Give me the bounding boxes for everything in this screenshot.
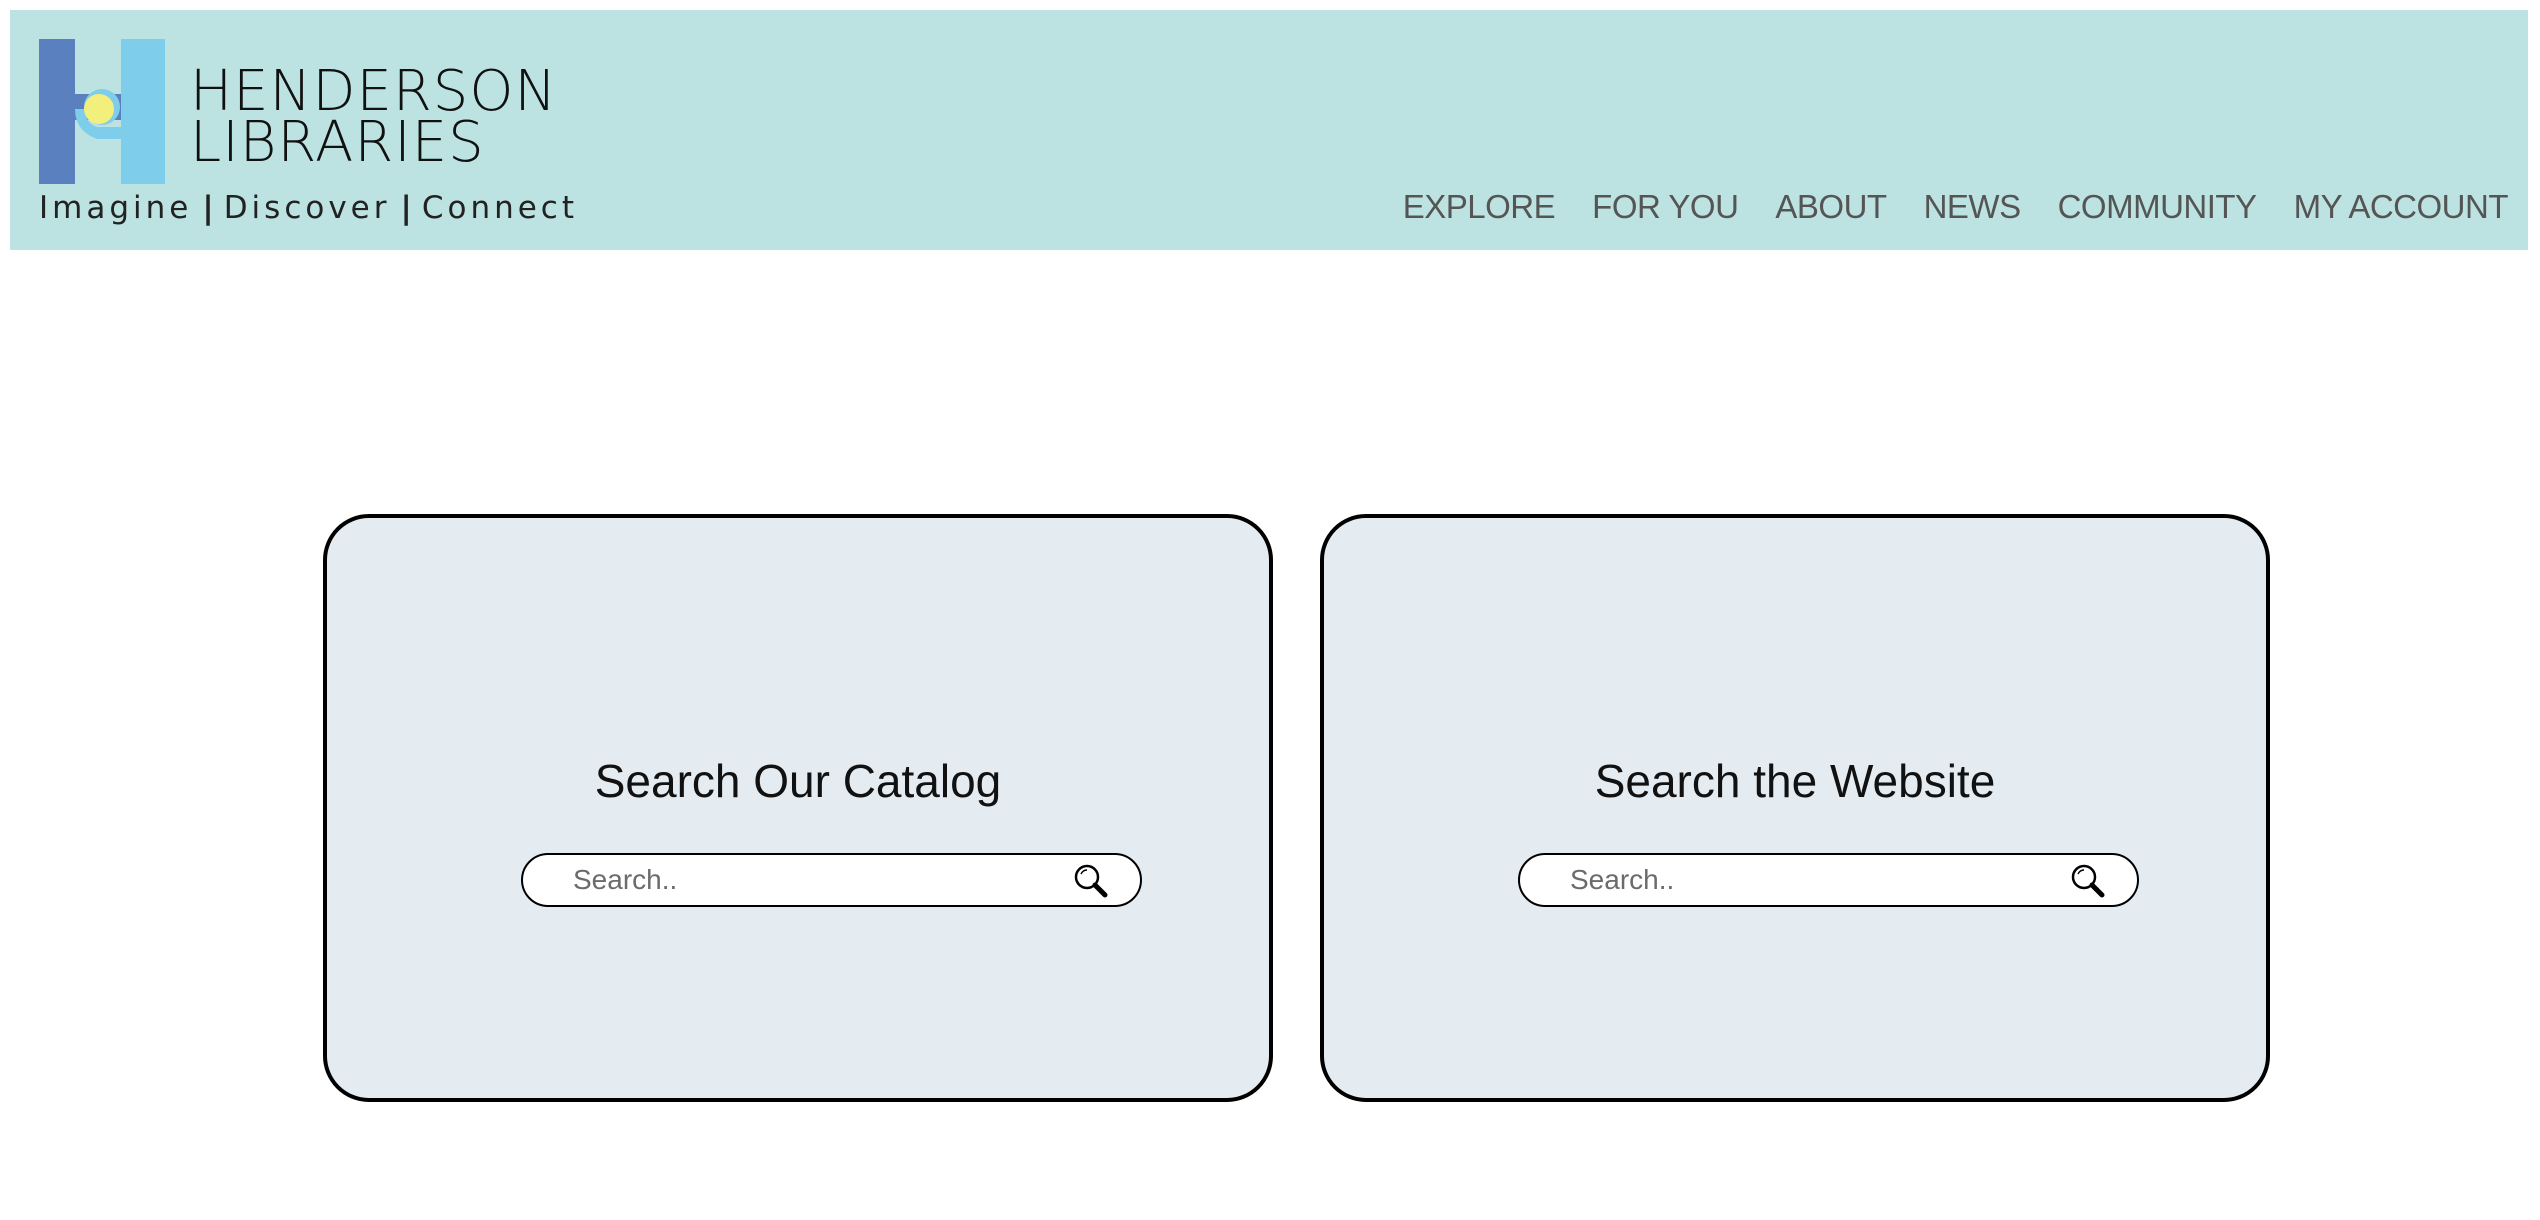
website-search-card: Search the Website xyxy=(1320,514,2270,1102)
tagline-separator: | xyxy=(202,190,214,226)
tagline: Imagine | Discover | Connect xyxy=(39,190,578,226)
search-icon[interactable] xyxy=(1072,862,1110,900)
catalog-search-input[interactable] xyxy=(573,855,1043,905)
website-search-title: Search the Website xyxy=(1594,755,1996,807)
tagline-separator: | xyxy=(400,190,412,226)
nav-item-community[interactable]: COMMUNITY xyxy=(2058,188,2257,226)
main-nav: EXPLORE FOR YOU ABOUT NEWS COMMUNITY MY … xyxy=(1403,188,2509,226)
brand-name-line-2: LIBRARIES xyxy=(190,110,485,175)
nav-item-explore[interactable]: EXPLORE xyxy=(1403,188,1556,226)
catalog-search-box xyxy=(521,853,1142,907)
tagline-connect: Connect xyxy=(421,190,579,226)
catalog-search-title: Search Our Catalog xyxy=(594,755,1002,807)
website-search-input[interactable] xyxy=(1570,855,2040,905)
nav-item-for-you[interactable]: FOR YOU xyxy=(1592,188,1739,226)
henderson-logo-icon[interactable] xyxy=(39,39,179,184)
nav-item-about[interactable]: ABOUT xyxy=(1775,188,1887,226)
search-icon[interactable] xyxy=(2069,862,2107,900)
catalog-search-card: Search Our Catalog xyxy=(323,514,1273,1102)
tagline-imagine: Imagine xyxy=(39,190,193,226)
website-search-box xyxy=(1518,853,2139,907)
tagline-discover: Discover xyxy=(223,190,391,226)
site-header: HENDERSON LIBRARIES Imagine | Discover | Con… xyxy=(10,10,2528,250)
nav-item-news[interactable]: NEWS xyxy=(1924,188,2022,226)
nav-item-my-account[interactable]: MY ACCOUNT xyxy=(2294,188,2509,226)
